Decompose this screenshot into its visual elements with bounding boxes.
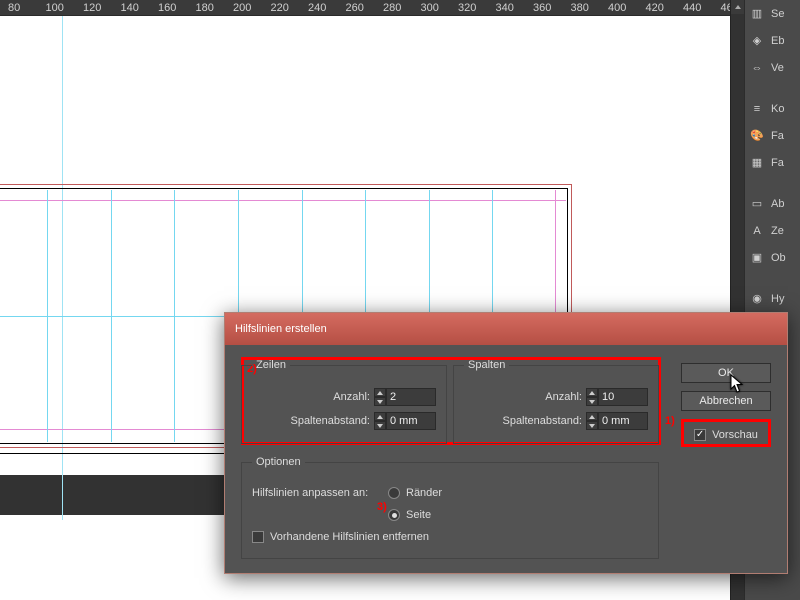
preview-label: Vorschau (712, 429, 758, 441)
align-panel[interactable]: ▭ Ab (745, 190, 800, 217)
panel-label: Fa (771, 157, 784, 169)
ruler-tick: 280 (383, 2, 421, 14)
rows-gutter-input[interactable] (386, 412, 436, 430)
column-guide[interactable] (174, 190, 175, 442)
panel-label: Ve (771, 62, 784, 74)
char-panel[interactable]: A Ze (745, 217, 800, 244)
ruler-tick: 200 (233, 2, 271, 14)
ruler-tick: 120 (83, 2, 121, 14)
panel-label: Eb (771, 35, 784, 47)
links-icon: ⇔ (749, 60, 765, 76)
cols-count-label: Anzahl: (545, 391, 582, 403)
palette-icon: 🎨 (749, 128, 765, 144)
dialog-title: Hilfslinien erstellen (235, 323, 327, 335)
fit-page-radio[interactable] (388, 509, 400, 521)
hyperlinks-panel[interactable]: ◉ Hy (745, 285, 800, 312)
rows-count-down[interactable] (374, 397, 386, 406)
rows-count-input[interactable] (386, 388, 436, 406)
panel-label: Ab (771, 198, 784, 210)
cols-gutter-up[interactable] (586, 412, 598, 421)
cancel-button[interactable]: Abbrechen (681, 391, 771, 411)
panel-label: Ze (771, 225, 784, 237)
annotation-label-1: 1) (665, 415, 675, 427)
horizontal-ruler: 8010012014016018020022024026028030032034… (0, 0, 740, 16)
pages-icon: ▥ (749, 6, 765, 22)
create-guides-dialog: Hilfslinien erstellen 2) 1) Zeilen Anzah… (224, 312, 788, 574)
rows-count-label: Anzahl: (333, 391, 370, 403)
ruler-tick: 440 (683, 2, 721, 14)
ruler-tick: 160 (158, 2, 196, 14)
panel-label: Se (771, 8, 784, 20)
cols-gutter-down[interactable] (586, 421, 598, 430)
column-guide[interactable] (111, 190, 112, 442)
ruler-tick: 260 (346, 2, 384, 14)
stroke-panel[interactable]: ≡ Ko (745, 95, 800, 122)
grid-icon: ▦ (749, 155, 765, 171)
ok-button[interactable]: OK (681, 363, 771, 383)
ruler-tick: 400 (608, 2, 646, 14)
panel-label: Hy (771, 293, 784, 305)
links-panel[interactable]: ⇔ Ve (745, 54, 800, 81)
cols-gutter-input[interactable] (598, 412, 648, 430)
ruler-tick: 360 (533, 2, 571, 14)
dialog-titlebar[interactable]: Hilfslinien erstellen (225, 313, 787, 345)
fit-page-label: Seite (406, 509, 431, 521)
cols-gutter-label: Spaltenabstand: (502, 415, 582, 427)
panel-label: Fa (771, 130, 784, 142)
ruler-tick: 80 (8, 2, 46, 14)
scroll-up-arrow[interactable] (731, 0, 744, 14)
align-icon: ▭ (749, 196, 765, 212)
rows-legend: Zeilen (252, 359, 290, 371)
column-guide[interactable] (47, 190, 48, 442)
fit-to-label: Hilfslinien anpassen an: (252, 487, 382, 499)
object-icon: ▣ (749, 250, 765, 266)
stroke-icon: ≡ (749, 101, 765, 117)
rows-gutter-label: Spaltenabstand: (290, 415, 370, 427)
ruler-tick: 380 (571, 2, 609, 14)
ruler-tick: 320 (458, 2, 496, 14)
annotation-box-preview: Vorschau (681, 419, 771, 447)
remove-existing-check[interactable] (252, 531, 264, 543)
ruler-tick: 340 (496, 2, 534, 14)
ruler-tick: 220 (271, 2, 309, 14)
color-panel[interactable]: 🎨 Fa (745, 122, 800, 149)
ruler-tick: 180 (196, 2, 234, 14)
panel-label: Ko (771, 103, 784, 115)
options-legend: Optionen (252, 456, 305, 468)
swatches-panel[interactable]: ▦ Fa (745, 149, 800, 176)
pages-panel[interactable]: ▥ Se (745, 0, 800, 27)
ruler-tick: 240 (308, 2, 346, 14)
layers-panel[interactable]: ◈ Eb (745, 27, 800, 54)
globe-icon: ◉ (749, 291, 765, 307)
char-icon: A (749, 223, 765, 239)
cols-count-down[interactable] (586, 397, 598, 406)
rows-gutter-up[interactable] (374, 412, 386, 421)
ruler-tick: 300 (421, 2, 459, 14)
layers-icon: ◈ (749, 33, 765, 49)
cols-legend: Spalten (464, 359, 509, 371)
cols-count-input[interactable] (598, 388, 648, 406)
object-panel[interactable]: ▣ Ob (745, 244, 800, 271)
ruler-tick: 420 (646, 2, 684, 14)
panel-label: Ob (771, 252, 786, 264)
ruler-tick: 100 (46, 2, 84, 14)
rows-gutter-down[interactable] (374, 421, 386, 430)
fit-margins-label: Ränder (406, 487, 442, 499)
cols-count-up[interactable] (586, 388, 598, 397)
rows-group: Zeilen Anzahl: Spaltenabstand: (241, 359, 447, 444)
ruler-tick: 140 (121, 2, 159, 14)
preview-check[interactable] (694, 429, 706, 441)
columns-group: Spalten Anzahl: Spaltenabstand: (453, 359, 659, 444)
fit-margins-radio[interactable] (388, 487, 400, 499)
remove-existing-label: Vorhandene Hilfslinien entfernen (270, 531, 429, 543)
options-group: Optionen Hilfslinien anpassen an: Ränder… (241, 456, 659, 559)
rows-count-up[interactable] (374, 388, 386, 397)
